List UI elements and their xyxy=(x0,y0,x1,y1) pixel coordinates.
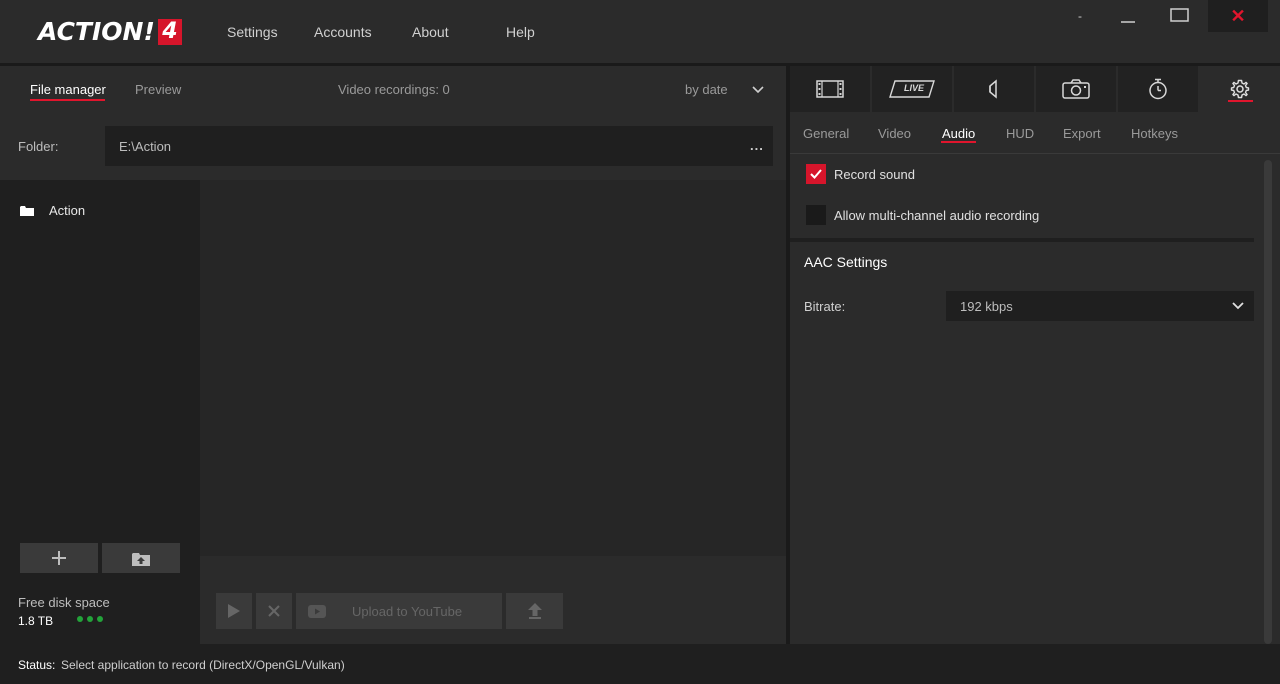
logo-version: 4 xyxy=(157,19,182,45)
tab-hud[interactable]: HUD xyxy=(1006,126,1034,141)
bitrate-select[interactable]: 192 kbps xyxy=(946,291,1254,321)
recordings-count: Video recordings: 0 xyxy=(338,82,450,97)
checkmark-icon xyxy=(810,169,822,179)
disk-status-dot xyxy=(87,616,93,622)
folder-icon xyxy=(20,206,34,216)
tab-export[interactable]: Export xyxy=(1063,126,1101,141)
menu-accounts[interactable]: Accounts xyxy=(314,24,372,40)
record-sound-label: Record sound xyxy=(834,167,915,182)
tab-settings-underline xyxy=(1228,100,1253,102)
play-icon xyxy=(228,604,240,618)
open-folder-button[interactable] xyxy=(102,543,180,573)
upload-label: Upload to YouTube xyxy=(352,603,463,619)
close-icon: ✕ xyxy=(1230,5,1246,26)
minimize-to-tray-button[interactable] xyxy=(1100,0,1156,32)
menu-help[interactable]: Help xyxy=(506,24,535,40)
tree-item-label: Action xyxy=(49,203,86,218)
bitrate-value: 192 kbps xyxy=(960,298,1013,314)
upload-to-youtube-button[interactable]: Upload to YouTube xyxy=(296,593,502,629)
maximize-icon xyxy=(1170,8,1189,22)
chevron-down-icon xyxy=(1232,302,1244,310)
play-button[interactable] xyxy=(216,593,252,629)
tab-audio-underline xyxy=(941,141,976,143)
tab-video-recording[interactable] xyxy=(790,66,870,112)
tab-screenshot[interactable] xyxy=(1036,66,1116,112)
plus-icon xyxy=(52,551,66,565)
folder-tree-panel xyxy=(0,180,200,644)
camera-icon xyxy=(1062,79,1090,99)
speaker-icon xyxy=(989,79,997,99)
folder-path-value: E:\Action xyxy=(119,139,172,154)
delete-icon xyxy=(268,605,280,617)
tab-settings[interactable] xyxy=(1200,66,1280,112)
close-button[interactable]: ✕ xyxy=(1208,0,1268,32)
delete-button[interactable] xyxy=(256,593,292,629)
bitrate-label: Bitrate: xyxy=(804,299,846,314)
tab-timer[interactable] xyxy=(1118,66,1198,112)
record-sound-checkbox[interactable] xyxy=(806,164,826,184)
tab-file-manager-underline xyxy=(30,99,105,101)
settings-tabs-divider xyxy=(790,153,1280,154)
logo-text: ACTION! xyxy=(38,17,155,46)
recordings-list[interactable] xyxy=(200,180,786,556)
stopwatch-icon xyxy=(1149,78,1167,100)
maximize-button[interactable] xyxy=(1152,0,1208,32)
tab-audio-settings[interactable]: Audio xyxy=(942,126,975,141)
section-divider xyxy=(790,238,1254,242)
tab-general[interactable]: General xyxy=(803,126,849,141)
upload-arrow-icon xyxy=(527,603,542,619)
free-disk-space-value: 1.8 TB xyxy=(18,614,54,628)
live-label: LIVE xyxy=(904,83,925,93)
tab-hotkeys[interactable]: Hotkeys xyxy=(1131,126,1178,141)
tab-file-manager[interactable]: File manager xyxy=(30,82,106,97)
tab-live-streaming[interactable]: LIVE xyxy=(872,66,952,112)
minimize-icon: - xyxy=(1078,9,1082,23)
tab-video[interactable]: Video xyxy=(878,126,911,141)
disk-status-dot xyxy=(97,616,103,622)
folder-path-field[interactable] xyxy=(105,126,773,166)
menu-settings[interactable]: Settings xyxy=(227,24,278,40)
tab-preview[interactable]: Preview xyxy=(135,82,181,97)
app-logo: ACTION! 4 xyxy=(38,18,182,46)
browse-folder-button[interactable]: ... xyxy=(750,138,764,153)
multichannel-audio-label: Allow multi-channel audio recording xyxy=(834,208,1040,223)
status-text: Select application to record (DirectX/Op… xyxy=(61,658,345,672)
gear-icon xyxy=(1230,79,1250,99)
upload-button[interactable] xyxy=(506,593,563,629)
youtube-icon xyxy=(308,604,326,618)
free-disk-space-label: Free disk space xyxy=(18,595,110,610)
multichannel-audio-checkbox[interactable] xyxy=(806,205,826,225)
status-label: Status: xyxy=(18,658,56,672)
tree-item-action[interactable]: Action xyxy=(20,203,85,218)
minimize-line-icon xyxy=(1121,21,1135,23)
film-icon xyxy=(816,80,844,98)
chevron-down-icon xyxy=(752,85,764,93)
menu-about[interactable]: About xyxy=(412,24,449,40)
tab-audio[interactable] xyxy=(954,66,1034,112)
folder-upload-icon xyxy=(132,552,150,566)
sort-dropdown[interactable]: by date xyxy=(685,82,764,97)
folder-label: Folder: xyxy=(18,139,59,154)
add-folder-button[interactable] xyxy=(20,543,98,573)
aac-settings-title: AAC Settings xyxy=(804,254,888,270)
settings-scrollbar[interactable] xyxy=(1264,160,1272,644)
disk-status-dot xyxy=(77,616,83,622)
sort-value: by date xyxy=(685,82,728,97)
